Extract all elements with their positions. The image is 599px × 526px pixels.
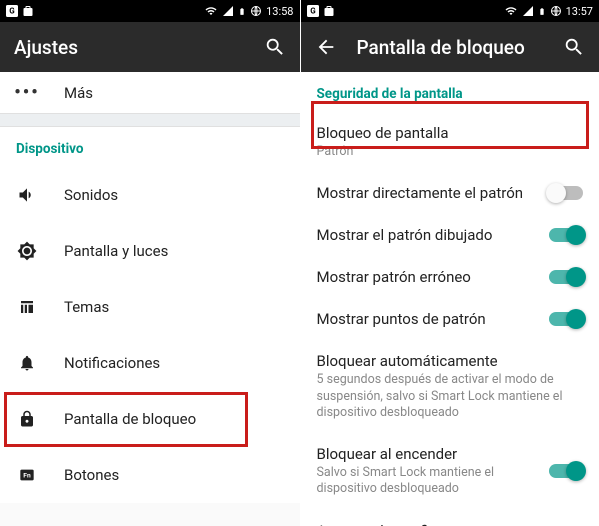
screen-settings: G 13:58 Ajustes ••• Más Dispositivo Soni… <box>0 0 300 526</box>
search-icon[interactable] <box>264 36 286 58</box>
store-icon <box>323 5 335 17</box>
store-icon <box>22 5 34 17</box>
section-header-security: Seguridad de la pantalla <box>301 72 599 112</box>
clock: 13:57 <box>566 5 593 18</box>
lockscreen-settings: Seguridad de la pantalla Bloqueo de pant… <box>301 72 599 526</box>
setting-title: Mostrar directamente el patrón <box>317 184 538 202</box>
more-label: Más <box>64 84 93 102</box>
settings-list: ••• Más Dispositivo Sonidos Pantalla y l… <box>0 72 300 526</box>
svg-text:G: G <box>9 7 15 16</box>
screen-lock-type[interactable]: Bloqueo de pantalla Patrón <box>301 112 599 172</box>
appbar: Pantalla de bloqueo <box>301 22 599 72</box>
toggle-show-drawn-pattern[interactable]: Mostrar el patrón dibujado <box>301 214 599 256</box>
setting-value: Patrón <box>317 144 584 160</box>
item-themes[interactable]: Temas <box>0 279 300 335</box>
item-display[interactable]: Pantalla y luces <box>0 223 300 279</box>
item-label: Pantalla de bloqueo <box>64 410 196 428</box>
battery-icon <box>538 5 546 18</box>
item-label: Notificaciones <box>64 354 160 372</box>
fn-icon: Fn <box>16 467 38 483</box>
item-lockscreen[interactable]: Pantalla de bloqueo <box>0 391 300 447</box>
volume-icon <box>16 185 38 205</box>
auto-lock[interactable]: Bloquear automáticamente 5 segundos desp… <box>301 340 599 433</box>
bell-icon <box>16 353 38 373</box>
statusbar: G 13:58 <box>0 0 300 22</box>
page-title: Pantalla de bloqueo <box>357 36 544 59</box>
setting-title: Bloquear automáticamente <box>317 352 584 370</box>
more-item[interactable]: ••• Más <box>0 72 300 113</box>
item-label: Pantalla y luces <box>64 242 168 260</box>
section-header-device: Dispositivo <box>0 127 300 167</box>
globe-icon <box>550 5 562 17</box>
appbar: Ajustes <box>0 22 300 72</box>
svg-text:Fn: Fn <box>23 472 31 480</box>
gplus-icon: G <box>307 5 319 17</box>
setting-desc: Salvo si Smart Lock mantiene el disposit… <box>317 465 538 498</box>
lock-on-power[interactable]: Bloquear al encender Salvo si Smart Lock… <box>301 433 599 510</box>
item-notifications[interactable]: Notificaciones <box>0 335 300 391</box>
switch[interactable] <box>549 270 583 284</box>
setting-title: Bloqueo de pantalla <box>317 124 584 142</box>
item-label: Botones <box>64 466 119 484</box>
setting-title: Mostrar puntos de patrón <box>317 310 538 328</box>
wifi-icon <box>504 5 518 17</box>
search-icon[interactable] <box>563 36 585 58</box>
globe-icon <box>250 5 262 17</box>
back-icon[interactable] <box>315 36 337 58</box>
gplus-icon: G <box>6 5 18 17</box>
lock-icon <box>16 409 38 429</box>
switch[interactable] <box>549 186 583 200</box>
toggle-show-wrong-pattern[interactable]: Mostrar patrón erróneo <box>301 256 599 298</box>
more-icon: ••• <box>16 82 38 103</box>
setting-desc: 5 segundos después de activar el modo de… <box>317 372 584 421</box>
switch[interactable] <box>549 464 583 478</box>
signal-icon <box>522 5 534 17</box>
item-label: Sonidos <box>64 186 118 204</box>
brightness-icon <box>16 241 38 261</box>
statusbar: G 13:57 <box>301 0 599 22</box>
switch[interactable] <box>549 228 583 242</box>
trust-agents[interactable]: Agentes de confianza <box>301 510 599 526</box>
screen-lockscreen: G 13:57 Pantalla de bloqueo Seguridad de… <box>300 0 599 526</box>
toggle-show-pattern-dots[interactable]: Mostrar puntos de patrón <box>301 298 599 340</box>
switch[interactable] <box>549 312 583 326</box>
setting-title: Mostrar patrón erróneo <box>317 268 538 286</box>
setting-title: Agentes de confianza <box>317 522 584 526</box>
setting-title: Bloquear al encender <box>317 445 538 463</box>
page-title: Ajustes <box>14 36 244 59</box>
setting-title: Mostrar el patrón dibujado <box>317 226 538 244</box>
battery-icon <box>238 5 246 18</box>
wifi-icon <box>204 5 218 17</box>
item-label: Temas <box>64 298 109 316</box>
toggle-show-pattern-directly[interactable]: Mostrar directamente el patrón <box>301 172 599 214</box>
theme-icon <box>16 298 38 316</box>
clock: 13:58 <box>266 5 293 18</box>
signal-icon <box>222 5 234 17</box>
item-sounds[interactable]: Sonidos <box>0 167 300 223</box>
svg-text:G: G <box>310 7 316 16</box>
section-divider <box>0 113 300 127</box>
item-buttons[interactable]: Fn Botones <box>0 447 300 503</box>
